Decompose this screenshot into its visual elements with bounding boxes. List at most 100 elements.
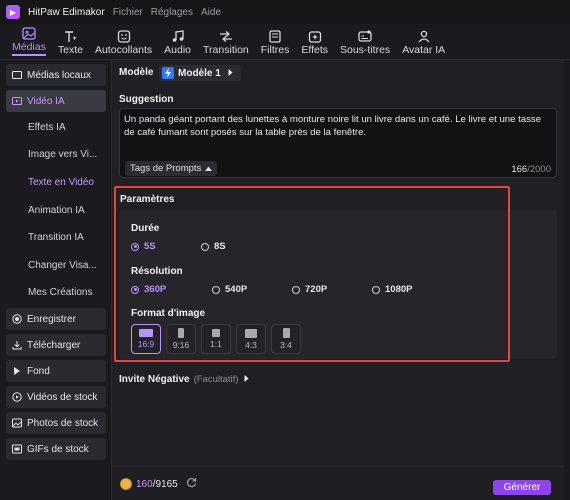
sidebar-item-label: Fond — [27, 365, 50, 377]
folder-icon — [12, 70, 22, 80]
text-icon — [63, 29, 77, 43]
chevron-right-icon — [228, 68, 233, 79]
duration-option-label: 5S — [144, 241, 156, 252]
params-label: Paramètres — [120, 194, 175, 205]
sidebar-item-label: Enregistrer — [27, 313, 76, 325]
aspect-ratio-16-9[interactable]: 16:9 — [131, 324, 161, 354]
sidebar-sub-mes-creations[interactable]: Mes Créations — [28, 287, 92, 298]
record-icon — [12, 314, 22, 324]
tab-label: Audio — [164, 44, 192, 56]
aspect-ratio-1-1[interactable]: 1:1 — [201, 324, 231, 354]
menu-fichier[interactable]: Fichier — [113, 7, 143, 18]
radio-icon — [372, 285, 380, 294]
resolution-label: Résolution — [131, 266, 183, 277]
refresh-icon[interactable] — [186, 477, 197, 491]
sidebar-sub-effets-ia[interactable]: Effets IA — [28, 122, 66, 133]
char-count-max: /2000 — [527, 164, 551, 175]
credits-display: 160/9165 — [120, 477, 197, 491]
generate-button[interactable]: Générer — [493, 480, 551, 495]
sidebar-item-label: Vidéos de stock — [27, 391, 98, 403]
radio-icon — [212, 285, 220, 294]
menu-aide[interactable]: Aide — [201, 7, 221, 18]
tab-effets[interactable]: Effets — [295, 23, 334, 59]
sidebar-item-label: Photos de stock — [27, 417, 99, 429]
portrait-ratio-icon — [178, 328, 184, 338]
resolution-option-1080p[interactable]: 1080P — [372, 284, 412, 295]
sidebar-sub-changer-visage[interactable]: Changer Visa... — [28, 260, 97, 271]
resolution-option-360p[interactable]: 360P — [131, 284, 166, 295]
stock-photo-icon — [12, 418, 22, 428]
aspect-ratio-9-16[interactable]: 9:16 — [166, 324, 196, 354]
resolution-option-540p[interactable]: 540P — [212, 284, 247, 295]
prompt-text[interactable]: Un panda géant portant des lunettes à mo… — [124, 113, 554, 139]
sidebar-sub-image-vers-video[interactable]: Image vers Vi... — [28, 149, 97, 160]
sidebar-item-medias-locaux[interactable]: Médias locaux — [6, 64, 106, 86]
aspect-ratio-option-label: 16:9 — [137, 339, 155, 349]
sidebar-item-videos-stock[interactable]: Vidéos de stock — [6, 386, 106, 408]
tab-audio[interactable]: Audio — [158, 23, 197, 59]
sidebar-item-video-ia[interactable]: Vidéo IA — [6, 90, 106, 112]
music-icon — [171, 29, 185, 43]
sidebar-item-gifs-stock[interactable]: GIFs de stock — [6, 438, 106, 460]
tab-label: Effets — [301, 44, 328, 56]
duration-option-5s[interactable]: 5S — [131, 241, 156, 252]
sidebar: Médias locaux Vidéo IA Effets IA Image v… — [0, 60, 112, 500]
menu-reglages[interactable]: Réglages — [151, 7, 193, 18]
aspect-ratio-label: Format d'image — [131, 308, 206, 319]
resolution-option-720p[interactable]: 720P — [292, 284, 327, 295]
tab-medias[interactable]: Médias — [6, 23, 52, 59]
sidebar-item-label: Télécharger — [27, 339, 81, 351]
tab-sous-titres[interactable]: Sous-titres — [334, 23, 396, 59]
title-bar: ▶ HitPaw Edimakor Fichier Réglages Aide — [0, 0, 570, 24]
duration-option-8s[interactable]: 8S — [201, 241, 226, 252]
tab-label: Texte — [57, 44, 83, 56]
transition-icon — [219, 29, 233, 43]
media-icon — [22, 26, 36, 40]
aspect-ratio-option-label: 3:4 — [280, 340, 292, 350]
resolution-option-label: 540P — [225, 284, 248, 295]
portrait-ratio-icon — [282, 328, 290, 338]
aspect-ratio-option-label: 9:16 — [172, 340, 190, 350]
negative-prompt-label: Invite Négative — [119, 374, 190, 385]
landscape-ratio-icon — [245, 328, 257, 338]
sidebar-item-fond[interactable]: Fond — [6, 360, 106, 382]
gif-icon — [12, 444, 22, 454]
duration-label: Durée — [131, 223, 160, 234]
credits-total: /9165 — [152, 478, 178, 490]
negative-prompt-toggle[interactable]: Invite Négative (Facultatif) — [119, 374, 249, 385]
ai-video-icon — [12, 96, 22, 106]
prompt-tags-label: Tags de Prompts — [130, 163, 202, 174]
tab-label: Sous-titres — [340, 44, 391, 56]
sidebar-item-label: GIFs de stock — [27, 443, 89, 455]
tab-avatar-ia[interactable]: Avatar IA — [396, 23, 451, 59]
aspect-ratio-4-3[interactable]: 4:3 — [236, 324, 266, 354]
sidebar-item-label: Vidéo IA — [27, 95, 65, 107]
tab-transition[interactable]: Transition — [197, 23, 255, 59]
coin-icon — [120, 478, 132, 490]
sidebar-sub-texte-en-video[interactable]: Texte en Vidéo — [28, 177, 94, 188]
sidebar-item-label: Médias locaux — [27, 69, 91, 81]
tab-texte[interactable]: Texte — [52, 23, 89, 59]
prompt-tags-button[interactable]: Tags de Prompts — [125, 161, 218, 176]
main-toolbar: Médias Texte Autocollants Audio Transiti… — [0, 24, 570, 60]
aspect-ratio-3-4[interactable]: 3:4 — [271, 324, 301, 354]
tab-label: Avatar IA — [402, 44, 446, 56]
sidebar-item-enregistrer[interactable]: Enregistrer — [6, 308, 106, 330]
model-label: Modèle — [119, 67, 154, 78]
model-value: Modèle 1 — [178, 67, 221, 79]
aspect-ratio-option-label: 4:3 — [245, 339, 257, 350]
tab-label: Transition — [203, 44, 249, 56]
tab-label: Autocollants — [94, 44, 153, 56]
sidebar-item-telecharger[interactable]: Télécharger — [6, 334, 106, 356]
text-to-video-panel: Modèle Modèle 1 Suggestion Un panda géan… — [112, 60, 564, 500]
tab-filtres[interactable]: Filtres — [255, 23, 296, 59]
prompt-textarea[interactable]: Un panda géant portant des lunettes à mo… — [119, 108, 557, 178]
model-selector[interactable]: Modèle 1 — [159, 65, 241, 81]
tab-autocollants[interactable]: Autocollants — [89, 23, 158, 59]
sidebar-sub-animation-ia[interactable]: Animation IA — [28, 205, 85, 216]
sidebar-sub-transition-ia[interactable]: Transition IA — [28, 232, 84, 243]
lightning-icon — [162, 67, 174, 79]
chevron-right-icon — [244, 374, 249, 385]
sidebar-item-photos-stock[interactable]: Photos de stock — [6, 412, 106, 434]
tab-label: Médias — [12, 41, 46, 56]
